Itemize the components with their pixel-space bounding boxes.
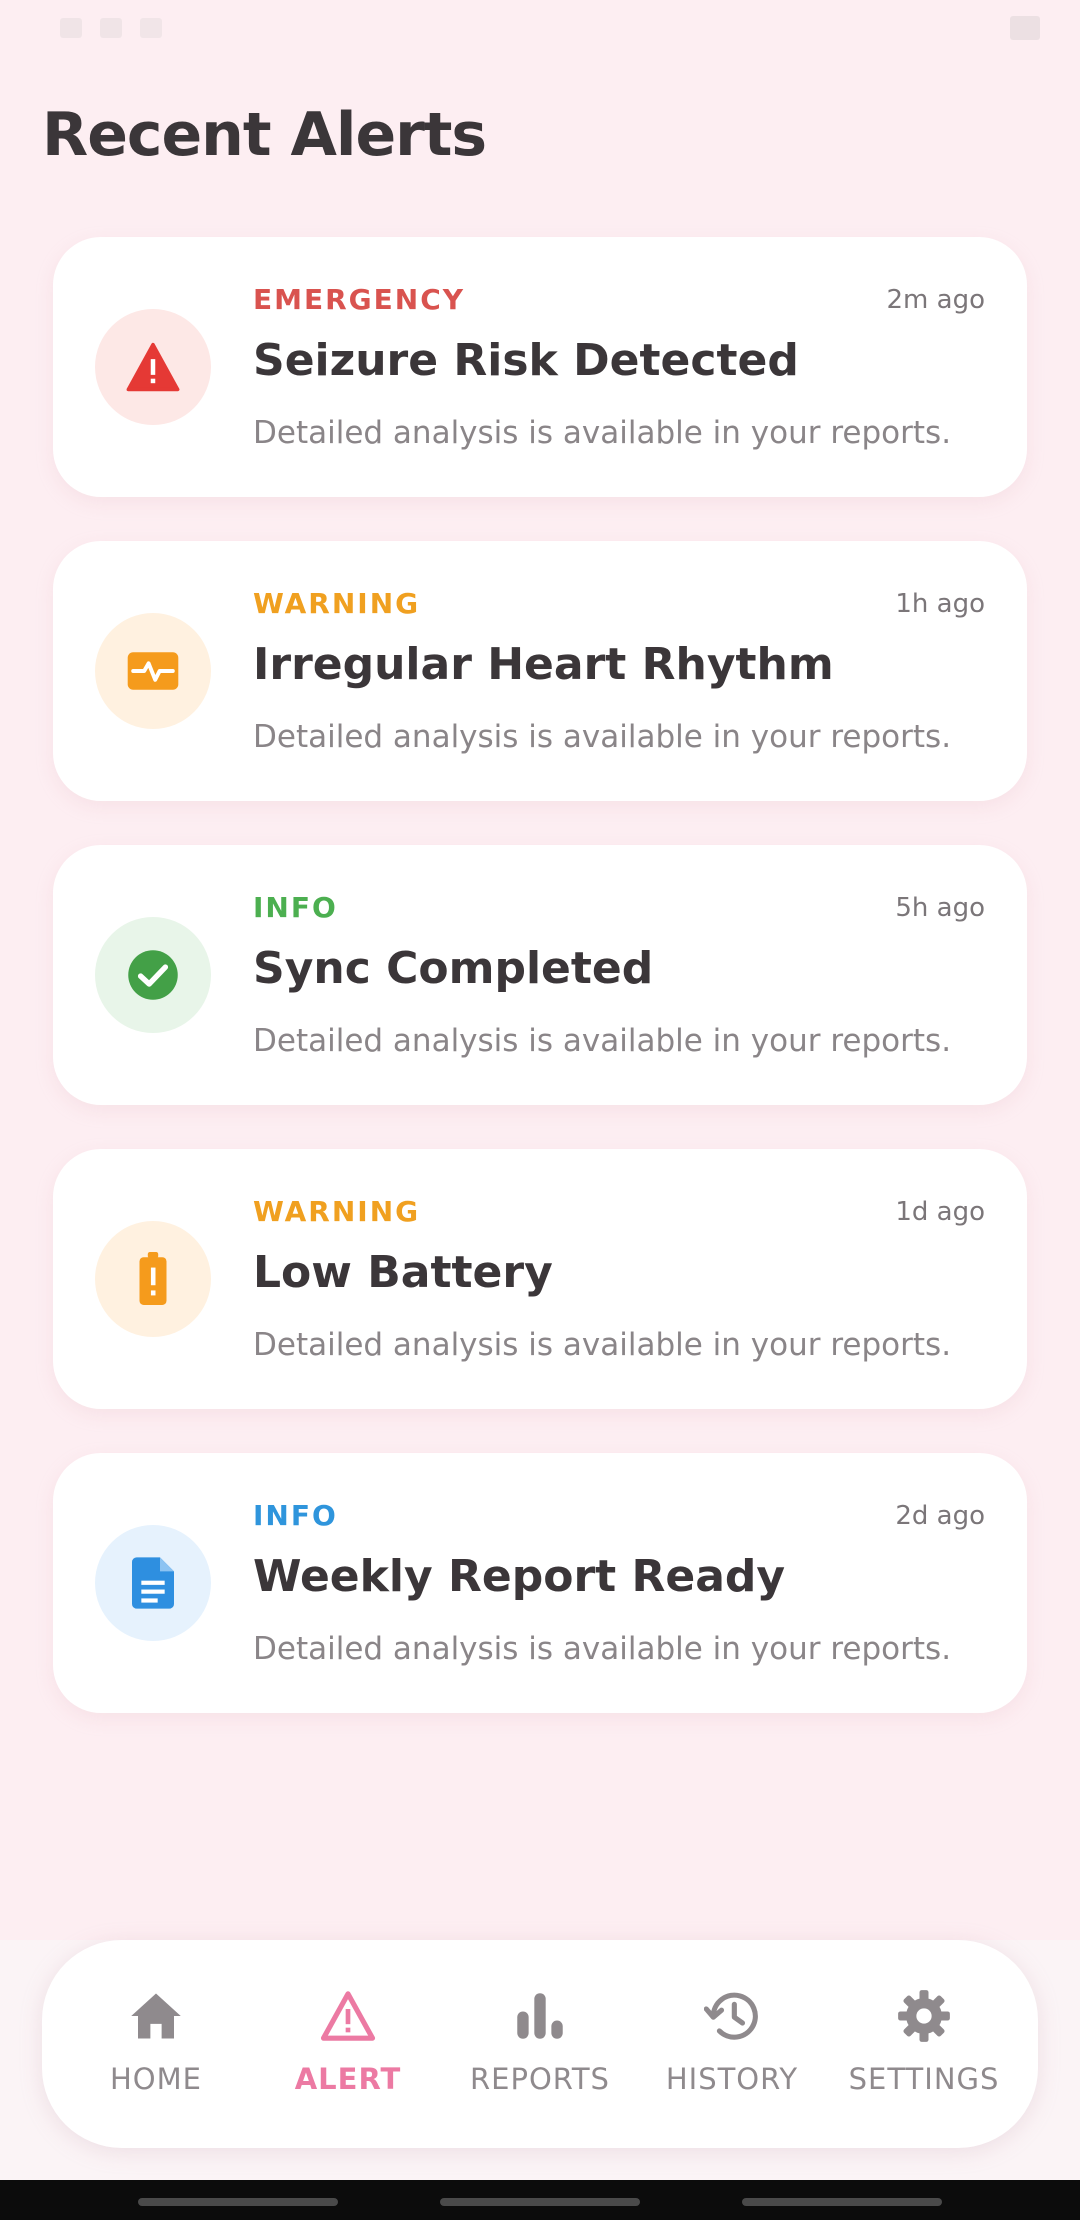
alert-description: Detailed analysis is available in your r…: [253, 1023, 952, 1059]
alert-description: Detailed analysis is available in your r…: [253, 1631, 952, 1667]
warning-triangle-icon: [126, 342, 180, 392]
notification-icon: [100, 18, 122, 38]
nav-label: REPORTS: [470, 2062, 610, 2096]
severity-label: INFO: [253, 891, 338, 924]
battery-alert-icon: [139, 1252, 167, 1305]
heart-rhythm-icon: [127, 652, 179, 690]
page-title: Recent Alerts: [42, 100, 487, 170]
alert-title: Sync Completed: [253, 943, 654, 994]
status-bar: [0, 0, 1080, 62]
nav-item-settings[interactable]: SETTINGS: [834, 1940, 1014, 2148]
nav-label: HOME: [110, 2062, 202, 2096]
gesture-pill: [138, 2198, 338, 2206]
alert-timestamp: 1d ago: [895, 1197, 985, 1227]
nav-label: HISTORY: [665, 2062, 799, 2096]
severity-label: WARNING: [253, 1195, 421, 1228]
gear-icon: [896, 1988, 952, 2044]
status-icons-left: [60, 18, 162, 38]
notification-icon: [60, 18, 82, 38]
alert-icon-badge: [95, 917, 211, 1033]
home-icon: [128, 1988, 184, 2044]
alert-card-heart-rhythm[interactable]: WARNING 1h ago Irregular Heart Rhythm De…: [53, 541, 1027, 801]
nav-item-reports[interactable]: REPORTS: [450, 1940, 630, 2148]
nav-item-history[interactable]: HISTORY: [642, 1940, 822, 2148]
nav-item-home[interactable]: HOME: [66, 1940, 246, 2148]
document-icon: [132, 1557, 174, 1609]
image-icon: [1010, 16, 1040, 40]
alert-timestamp: 2m ago: [886, 285, 985, 315]
severity-label: INFO: [253, 1499, 338, 1532]
status-icons-right: [1010, 16, 1040, 40]
alert-timestamp: 1h ago: [895, 589, 985, 619]
alert-description: Detailed analysis is available in your r…: [253, 719, 952, 755]
severity-label: WARNING: [253, 587, 421, 620]
history-icon: [704, 1988, 760, 2044]
alert-timestamp: 5h ago: [895, 893, 985, 923]
alert-title: Low Battery: [253, 1247, 553, 1298]
nav-label: ALERT: [294, 2062, 402, 2096]
alert-icon-badge: [95, 1525, 211, 1641]
alert-card-seizure-risk[interactable]: EMERGENCY 2m ago Seizure Risk Detected D…: [53, 237, 1027, 497]
bar-chart-icon: [512, 1988, 568, 2044]
gesture-pill: [742, 2198, 942, 2206]
alert-triangle-icon: [320, 1988, 376, 2044]
alert-card-sync-completed[interactable]: INFO 5h ago Sync Completed Detailed anal…: [53, 845, 1027, 1105]
alert-card-low-battery[interactable]: WARNING 1d ago Low Battery Detailed anal…: [53, 1149, 1027, 1409]
nav-item-alert[interactable]: ALERT: [258, 1940, 438, 2148]
alert-description: Detailed analysis is available in your r…: [253, 1327, 952, 1363]
alerts-screen: Recent Alerts EMERGENCY 2m ago Seizure R…: [0, 0, 1080, 2220]
notification-icon: [140, 18, 162, 38]
alert-timestamp: 2d ago: [895, 1501, 985, 1531]
alert-icon-badge: [95, 1221, 211, 1337]
alert-description: Detailed analysis is available in your r…: [253, 415, 952, 451]
bottom-navigation: HOME ALERT REPORTS HISTORY SETTINGS: [42, 1940, 1038, 2148]
system-gesture-bar: [0, 2180, 1080, 2220]
alert-icon-badge: [95, 309, 211, 425]
severity-label: EMERGENCY: [253, 283, 466, 316]
alert-title: Irregular Heart Rhythm: [253, 639, 834, 690]
nav-label: SETTINGS: [848, 2062, 1000, 2096]
gesture-pill: [440, 2198, 640, 2206]
alert-card-weekly-report[interactable]: INFO 2d ago Weekly Report Ready Detailed…: [53, 1453, 1027, 1713]
alert-title: Weekly Report Ready: [253, 1551, 786, 1602]
alert-title: Seizure Risk Detected: [253, 335, 799, 386]
check-circle-icon: [128, 950, 178, 1000]
alert-icon-badge: [95, 613, 211, 729]
